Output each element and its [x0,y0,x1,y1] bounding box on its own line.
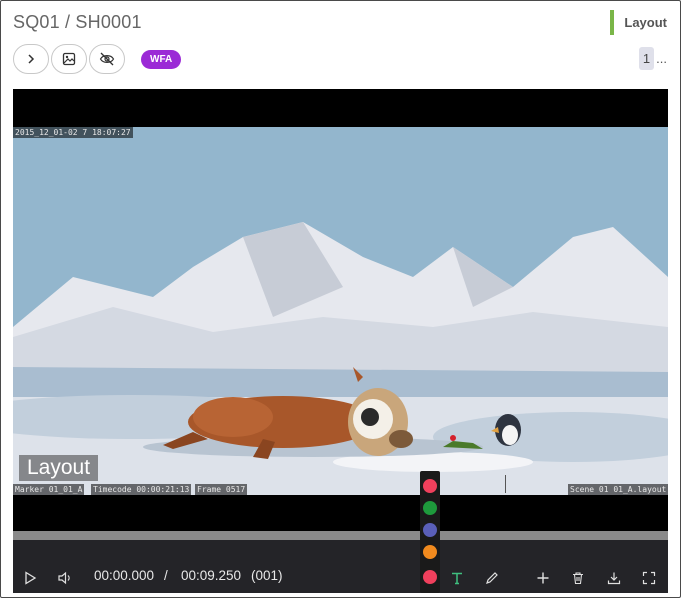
version-number[interactable]: 1 [638,47,655,70]
eye-off-icon [99,52,115,66]
page-title: SQ01 / SH0001 [13,12,142,32]
delete-annotation-button[interactable] [569,569,587,587]
draw-tool-button[interactable] [483,569,501,587]
status-badge[interactable]: WFA [141,49,182,69]
play-button[interactable] [21,569,39,587]
next-button[interactable] [13,44,49,74]
layout-stamp: Layout [19,455,99,481]
burnin-top: 2015_12_01-02 7 18:07:27 [13,127,133,138]
volume-icon [58,571,70,585]
volume-button[interactable] [56,569,74,587]
burnin-scene: Scene 01 01_A.layout [568,484,668,495]
annotation-color-palette [420,471,440,593]
text-icon [452,572,462,585]
fullscreen-button[interactable] [640,569,658,587]
preview-button[interactable] [51,44,87,74]
chevron-right-icon [28,54,35,64]
pencil-icon [486,572,498,584]
download-icon [607,572,621,585]
version-more[interactable]: ... [656,51,667,66]
scene-illustration [13,127,668,495]
video-frame: 2015_12_01-02 7 18:07:27 Layout Marker 0… [13,127,668,495]
video-player[interactable]: 2015_12_01-02 7 18:07:27 Layout Marker 0… [13,89,668,593]
download-button[interactable] [605,569,623,587]
task-type-label: Layout [610,10,667,35]
active-color-swatch[interactable] [423,570,437,584]
plus-icon [537,572,549,584]
color-swatch-red[interactable] [423,479,437,493]
player-controls: 00:00.000 / 00:09.250 (001) [13,540,668,593]
text-tool-button[interactable] [448,569,466,587]
frame-number: (001) [251,568,283,583]
version-selector[interactable]: 1 ... [638,47,667,70]
burnin-frame: Frame 0517 [195,484,248,495]
burnin-timecode: Timecode 00:00:21:13 [91,484,192,495]
visibility-button[interactable] [89,44,125,74]
toolbar: WFA [13,44,182,74]
add-annotation-button[interactable] [534,569,552,587]
burnin-marker: Marker 01_01_A [13,484,85,495]
timeline-bar[interactable] [13,531,668,540]
fullscreen-icon [642,571,656,585]
color-swatch-orange[interactable] [423,545,437,559]
color-swatch-green[interactable] [423,501,437,515]
play-icon [25,571,37,585]
current-time: 00:00.000 [94,568,155,583]
controls-divider [505,475,506,493]
total-time: 00:09.250 [181,568,242,583]
time-separator: / [164,568,168,583]
trash-icon [573,572,583,585]
image-icon [62,52,76,66]
color-swatch-blue[interactable] [423,523,437,537]
